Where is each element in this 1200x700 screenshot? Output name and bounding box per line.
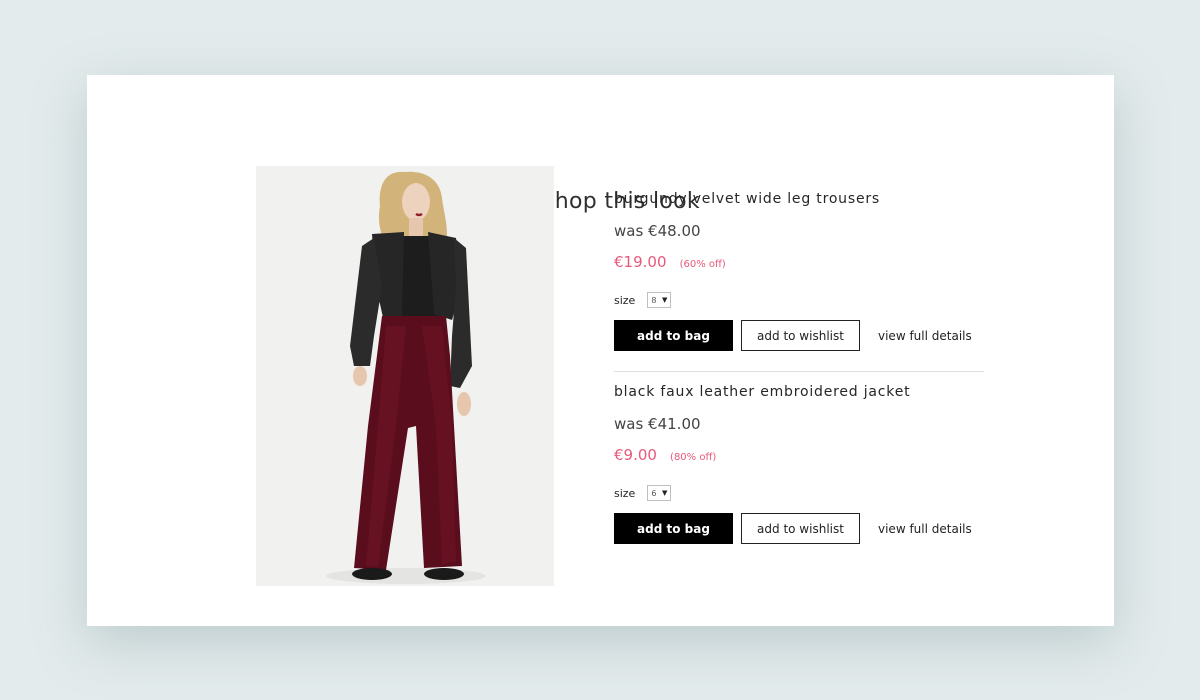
size-select-value: 8 — [651, 295, 657, 305]
product-name[interactable]: burgundy velvet wide leg trousers — [614, 191, 880, 207]
was-price: was €48.00 — [614, 222, 701, 240]
size-select-value: 6 — [651, 488, 657, 498]
add-to-bag-button[interactable]: add to bag — [614, 513, 733, 544]
sale-price: €9.00 — [614, 446, 657, 464]
view-full-details-link[interactable]: view full details — [878, 329, 972, 343]
product-actions: add to bag add to wishlist view full det… — [614, 513, 972, 544]
add-to-wishlist-button[interactable]: add to wishlist — [741, 513, 860, 544]
chevron-down-icon: ▼ — [661, 489, 668, 497]
size-label: size — [614, 293, 636, 307]
sale-price: €19.00 — [614, 253, 667, 271]
add-to-wishlist-button[interactable]: add to wishlist — [741, 320, 860, 351]
product-divider — [614, 371, 984, 372]
product-item: burgundy velvet wide leg trousers was €4… — [614, 191, 984, 384]
product-name[interactable]: black faux leather embroidered jacket — [614, 384, 910, 400]
product-item: black faux leather embroidered jacket wa… — [614, 384, 984, 577]
add-to-bag-button[interactable]: add to bag — [614, 320, 733, 351]
discount-label: (60% off) — [679, 259, 726, 270]
product-actions: add to bag add to wishlist view full det… — [614, 320, 972, 351]
sale-price-row: €9.00 (80% off) — [614, 445, 716, 464]
size-select[interactable]: 6 ▼ — [647, 485, 672, 501]
discount-label: (80% off) — [670, 452, 717, 463]
size-row: size 6 ▼ — [614, 485, 672, 501]
shop-the-look-card: shop this look burgundy velvet wide leg … — [87, 75, 1114, 626]
view-full-details-link[interactable]: view full details — [878, 522, 972, 536]
was-price: was €41.00 — [614, 415, 701, 433]
look-model-photo[interactable] — [256, 166, 554, 586]
size-select[interactable]: 8 ▼ — [647, 292, 672, 308]
product-list: burgundy velvet wide leg trousers was €4… — [614, 191, 984, 577]
chevron-down-icon: ▼ — [661, 296, 668, 304]
size-label: size — [614, 486, 636, 500]
size-row: size 8 ▼ — [614, 292, 672, 308]
sale-price-row: €19.00 (60% off) — [614, 252, 726, 271]
